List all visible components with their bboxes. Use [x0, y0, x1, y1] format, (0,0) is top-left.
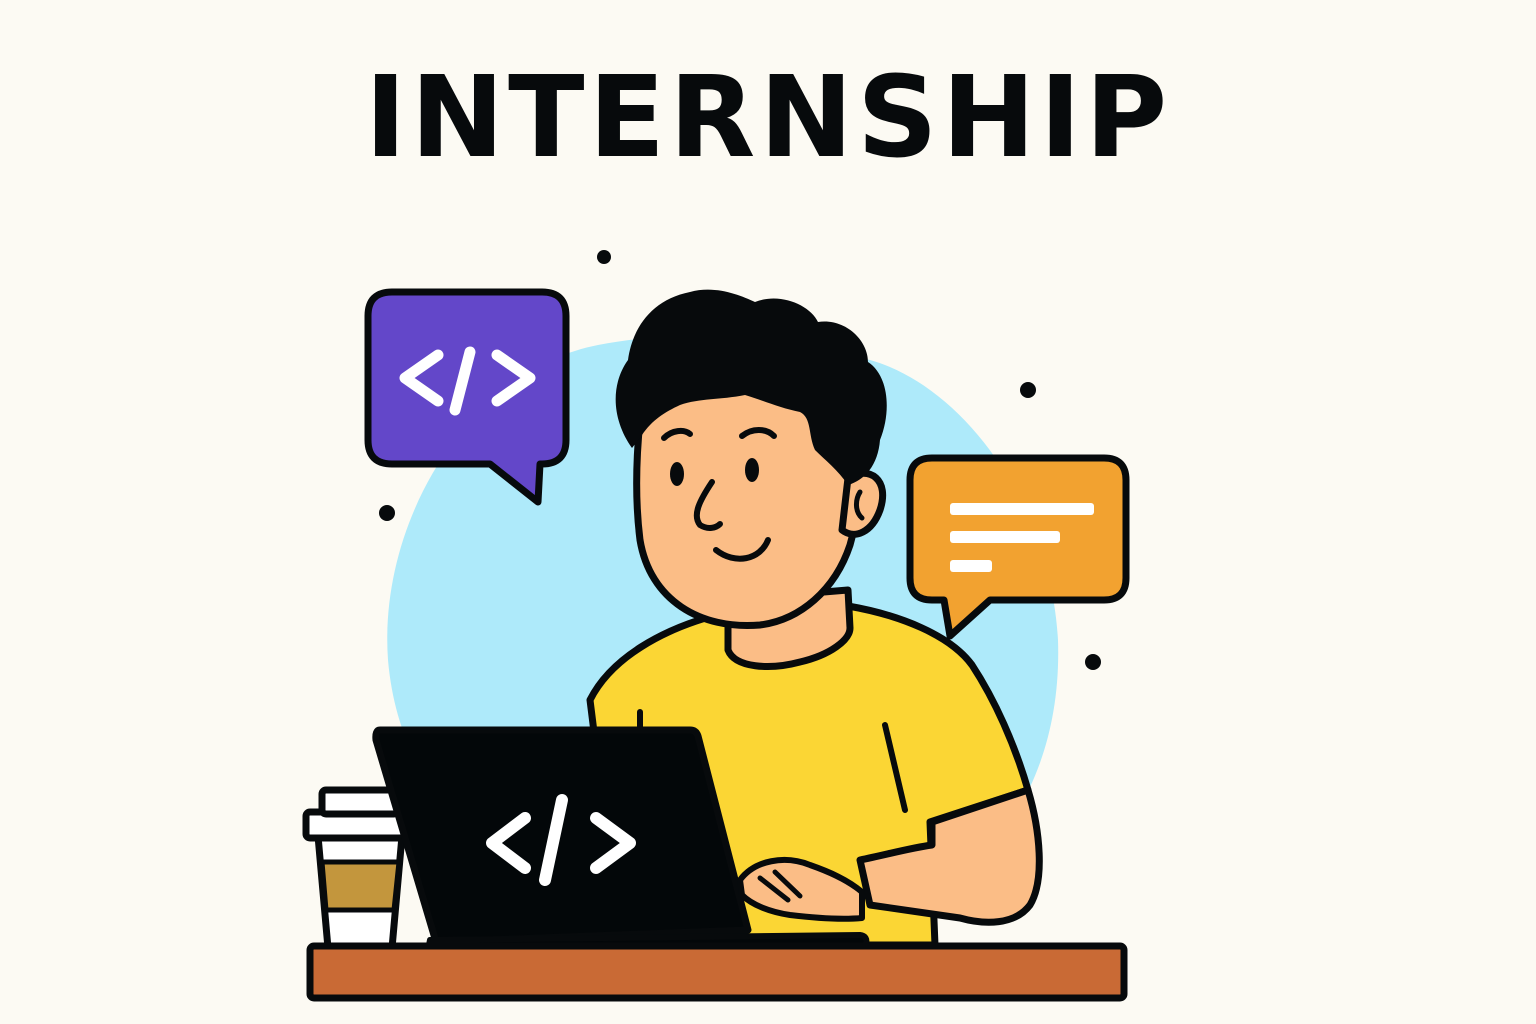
cup-sleeve — [319, 859, 402, 913]
internship-illustration — [302, 250, 1130, 1002]
desk — [306, 942, 1128, 1002]
laptop — [372, 726, 752, 946]
page: INTERNSHIP — [0, 0, 1536, 1024]
eye — [670, 462, 684, 486]
eye — [745, 458, 759, 482]
